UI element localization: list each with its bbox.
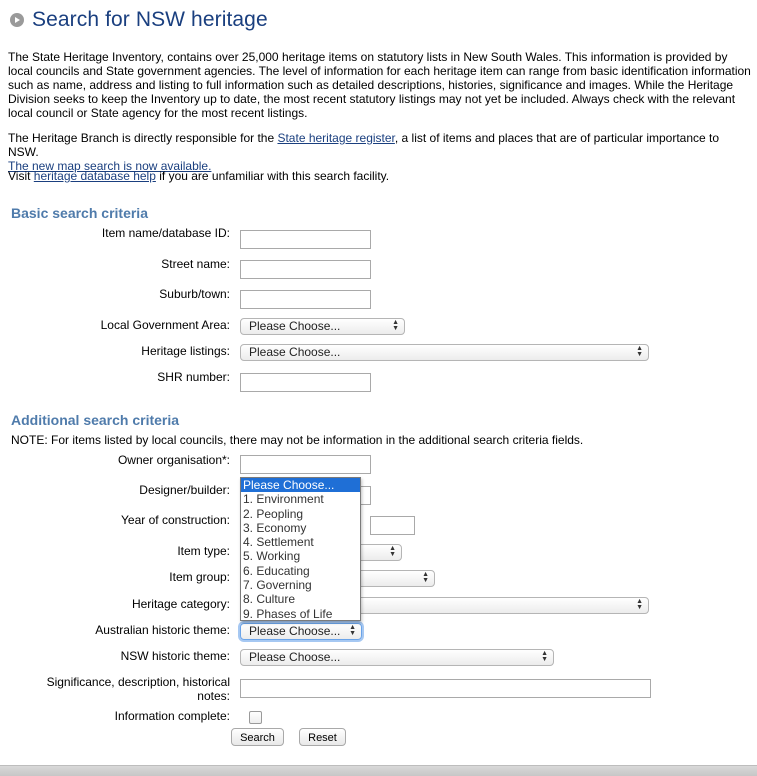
heritage-listings-value: Please Choose... [249,345,341,359]
lga-label: Local Government Area: [100,318,230,332]
dropdown-option[interactable]: 1. Environment [241,492,360,506]
owner-organisation-label: Owner organisation*: [117,453,230,467]
lga-select[interactable]: Please Choose... ▲ ▼ [240,318,405,335]
dropdown-option[interactable]: 5. Working [241,549,360,563]
significance-input[interactable] [240,679,651,698]
australian-theme-select[interactable]: Please Choose... ▲ ▼ [240,623,362,640]
select-arrows-icon: ▲ ▼ [422,571,429,584]
shr-paragraph: The Heritage Branch is directly responsi… [8,131,753,173]
dropdown-option[interactable]: 4. Settlement [241,535,360,549]
item-name-input[interactable] [240,230,371,249]
information-complete-label: Information complete: [114,709,230,723]
shr-number-input[interactable] [240,373,371,392]
heritage-category-label: Heritage category: [131,597,230,611]
year-construction-label: Year of construction: [121,513,230,527]
select-arrows-icon: ▲ ▼ [392,319,399,332]
state-heritage-register-link[interactable]: State heritage register [277,131,394,145]
basic-search-heading: Basic search criteria [11,205,148,221]
australian-theme-value: Please Choose... [249,624,341,638]
dropdown-option[interactable]: 2. Peopling [241,507,360,521]
nsw-theme-label: NSW historic theme: [120,649,230,663]
help-text-before: Visit [8,169,34,183]
item-type-label: Item type: [177,544,230,558]
owner-organisation-input[interactable] [240,455,371,474]
designer-builder-label: Designer/builder: [139,483,230,497]
suburb-input[interactable] [240,290,371,309]
search-button[interactable]: Search [231,728,284,746]
lga-select-value: Please Choose... [249,319,341,333]
select-arrows-icon: ▲ ▼ [349,624,356,637]
suburb-label: Suburb/town: [159,287,230,301]
dropdown-option[interactable]: Please Choose... [241,478,360,493]
additional-search-heading: Additional search criteria [11,412,180,428]
help-paragraph: Visit heritage database help if you are … [8,169,753,183]
reset-button[interactable]: Reset [299,728,346,746]
item-name-label: Item name/database ID: [101,226,230,240]
nsw-theme-value: Please Choose... [249,650,341,664]
heritage-listings-label: Heritage listings: [141,344,230,358]
shr-number-label: SHR number: [157,370,230,384]
title-row: Search for NSW heritage [10,8,268,32]
footer-bar [0,765,757,776]
dropdown-option[interactable]: 8. Culture [241,592,360,606]
dropdown-option[interactable]: 9. Phases of Life [241,607,360,621]
select-arrows-icon: ▲ ▼ [541,650,548,663]
page-title: Search for NSW heritage [32,8,268,31]
item-group-label: Item group: [169,570,230,584]
help-text-after: if you are unfamiliar with this search f… [155,169,390,183]
select-arrows-icon: ▲ ▼ [389,545,396,558]
intro-paragraph: The State Heritage Inventory, contains o… [8,50,751,120]
additional-note: NOTE: For items listed by local councils… [11,433,584,447]
significance-label: Significance, description, historical no… [46,675,230,703]
dropdown-option[interactable]: 3. Economy [241,521,360,535]
select-arrows-icon: ▲ ▼ [636,345,643,358]
australian-theme-label: Australian historic theme: [95,623,230,637]
street-name-input[interactable] [240,260,371,279]
play-arrow-icon [10,13,24,27]
dropdown-option[interactable]: 6. Educating [241,564,360,578]
australian-theme-dropdown: Please Choose... 1. Environment 2. Peopl… [240,477,361,621]
select-arrows-icon: ▲ ▼ [636,598,643,611]
database-help-link[interactable]: heritage database help [34,169,156,183]
information-complete-checkbox[interactable] [249,711,262,724]
dropdown-option[interactable]: 7. Governing [241,578,360,592]
shr-text-before: The Heritage Branch is directly responsi… [8,131,278,145]
street-name-label: Street name: [161,257,230,271]
nsw-theme-select[interactable]: Please Choose... ▲ ▼ [240,649,554,666]
heritage-listings-select[interactable]: Please Choose... ▲ ▼ [240,344,649,361]
year-construction-input[interactable] [370,516,415,535]
